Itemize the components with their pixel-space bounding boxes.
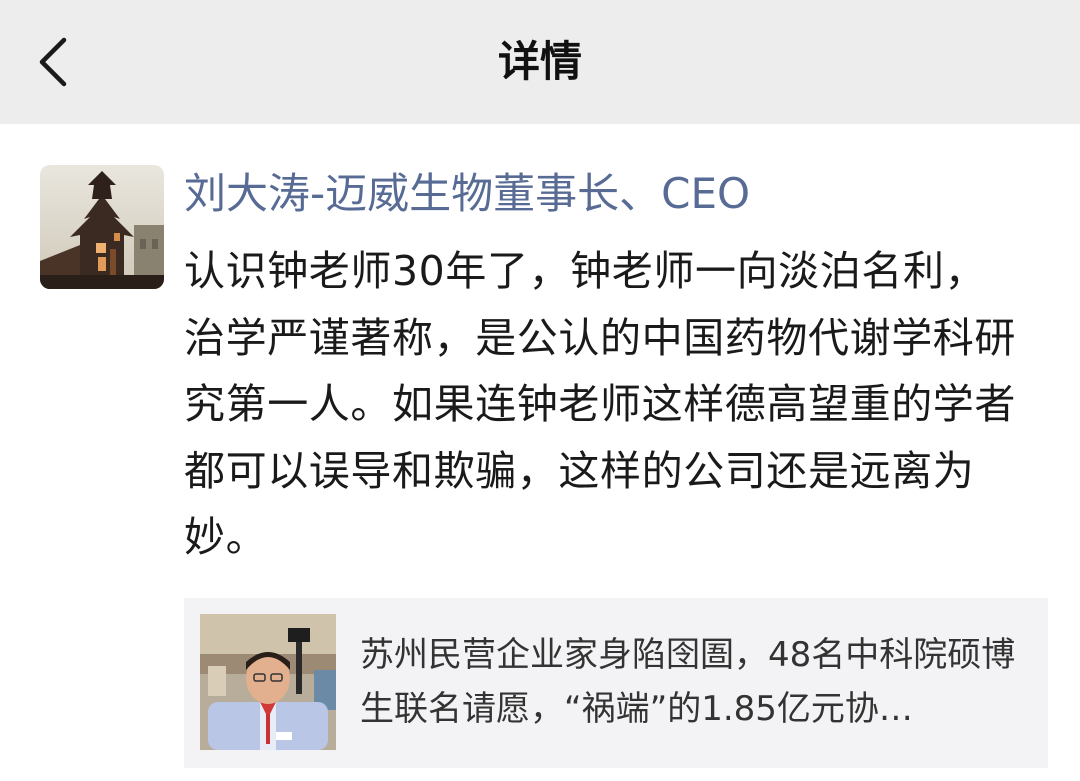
link-thumbnail — [200, 614, 336, 750]
chevron-left-icon — [39, 37, 67, 87]
shared-link-card[interactable]: 苏州民营企业家身陷囹圄，48名中科院硕博生联名请愿，“祸端”的1.85亿元协… — [184, 598, 1048, 768]
author-name[interactable]: 刘大涛-迈威生物董事长、CEO — [184, 168, 750, 220]
avatar[interactable] — [40, 165, 164, 289]
navigation-bar: 详情 — [0, 0, 1080, 124]
page-title: 详情 — [497, 37, 582, 86]
thumbnail-image — [200, 614, 336, 750]
post-content: 认识钟老师30年了，钟老师一向淡泊名利，治学严谨著称，是公认的中国药物代谢学科研… — [184, 247, 1016, 561]
back-button[interactable] — [22, 22, 92, 102]
link-title: 苏州民营企业家身陷囹圄，48名中科院硕博生联名请愿，“祸端”的1.85亿元协… — [360, 635, 1016, 729]
avatar-image — [40, 165, 164, 289]
